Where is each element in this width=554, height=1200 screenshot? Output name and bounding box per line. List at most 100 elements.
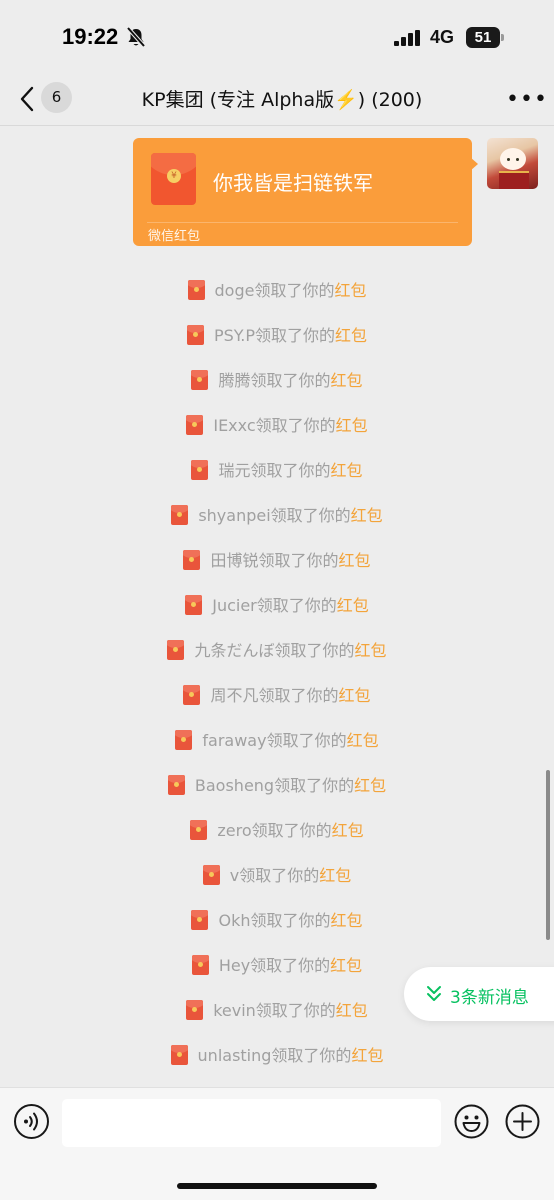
claim-notice: 腾腾领取了你的红包 [0,367,554,391]
red-packet-icon [191,370,209,390]
chat-header: 6 KP集团 (专注 Alpha版⚡️) (200) ••• [0,76,554,126]
scrollbar[interactable] [546,770,550,940]
avatar-face [500,148,526,170]
red-packet-message[interactable]: ¥ 你我皆是扫链铁军 微信红包 [133,138,472,246]
red-packet-link[interactable]: 红包 [334,281,366,300]
claimer-name: Baosheng [194,776,275,795]
red-packet-link[interactable]: 红包 [331,461,363,480]
unread-badge[interactable]: 6 [41,82,72,113]
avatar-eye [516,158,519,161]
red-packet-icon [170,1045,188,1065]
claim-text: 领取了你的 [250,371,331,390]
message-input[interactable] [62,1099,441,1147]
chevron-left-icon [20,86,34,112]
status-time: 19:22 [62,24,119,49]
red-packet-link[interactable]: 红包 [354,776,386,795]
red-packet-link[interactable]: 红包 [339,686,371,705]
claim-notice: Okh领取了你的红包 [0,907,554,931]
claimer-name: IExxc [213,416,256,435]
claim-notice: 九条だんぼ领取了你的红包 [0,637,554,661]
claim-text: 领取了你的 [270,506,351,525]
red-packet-link[interactable]: 红包 [355,641,387,660]
status-bar: 19:22 4G 51 [0,0,554,76]
red-packet-icon [183,685,201,705]
claim-notice: unlasting领取了你的红包 [0,1042,554,1066]
red-envelope-icon: ¥ [151,153,196,205]
claim-text: 领取了你的 [255,1001,336,1020]
more-button[interactable]: ••• [506,87,548,112]
claim-notice: faraway领取了你的红包 [0,727,554,751]
claim-text: 领取了你的 [256,596,337,615]
red-packet-icon [190,820,208,840]
network-type: 4G [430,27,455,47]
claimer-name: 瑞元 [218,461,251,480]
red-packet-icon [185,595,203,615]
claim-notice: 田博锐领取了你的红包 [0,547,554,571]
claim-notice: PSY.P领取了你的红包 [0,322,554,346]
red-packet-link[interactable]: 红包 [336,416,368,435]
claimer-name: 九条だんぼ [194,641,275,660]
claim-text: 领取了你的 [250,911,331,930]
claimer-name: Hey [218,956,251,975]
red-packet-icon [167,775,185,795]
claim-text: 领取了你的 [255,416,336,435]
claimer-name: 田博锐 [210,551,259,570]
claimer-name: Okh [218,911,251,930]
more-actions-button[interactable] [505,1104,540,1139]
claimer-name: faraway [202,731,267,750]
back-button[interactable] [16,84,40,114]
red-packet-link[interactable]: 红包 [351,1046,383,1065]
battery-tip [501,34,504,41]
avatar[interactable] [487,138,538,189]
double-chevron-down-icon [426,985,442,1007]
emoji-button[interactable] [454,1104,489,1139]
red-packet-link[interactable]: 红包 [330,956,362,975]
claim-notice: Jucier领取了你的红包 [0,592,554,616]
claimer-name: PSY.P [213,326,256,345]
mute-bell-icon [125,26,147,52]
claimer-name: doge [214,281,255,300]
claim-notice: shyanpei领取了你的红包 [0,502,554,526]
red-packet-icon [186,1000,204,1020]
red-packet-link[interactable]: 红包 [336,1001,368,1020]
claim-notice: doge领取了你的红包 [0,277,554,301]
claim-text: 领取了你的 [258,686,339,705]
claimer-name: 周不凡 [210,686,259,705]
divider [147,222,458,223]
claim-notice: zero领取了你的红包 [0,817,554,841]
claimer-name: Jucier [212,596,257,615]
red-packet-link[interactable]: 红包 [351,506,383,525]
red-packet-link[interactable]: 红包 [335,326,367,345]
red-packet-icon [186,415,204,435]
red-packet-label: 微信红包 [148,229,201,244]
red-packet-icon [202,865,220,885]
red-packet-link[interactable]: 红包 [337,596,369,615]
battery-level: 51 [466,27,500,48]
red-packet-icon [175,730,193,750]
claim-text: 领取了你的 [274,641,355,660]
red-packet-link[interactable]: 红包 [347,731,379,750]
claimer-name: unlasting [197,1046,272,1065]
red-packet-link[interactable]: 红包 [339,551,371,570]
new-messages-label: 3条新消息 [450,988,529,1008]
red-packet-link[interactable]: 红包 [319,866,351,885]
red-packet-link[interactable]: 红包 [332,821,364,840]
claimer-name: v [229,866,240,885]
input-bar [0,1087,554,1200]
red-packet-icon [186,325,204,345]
voice-input-button[interactable] [14,1104,49,1139]
red-packet-icon [183,550,201,570]
message-list[interactable]: ¥ 你我皆是扫链铁军 微信红包 doge领取了你的红包 PSY.P领取了你的红包腾… [0,127,554,1087]
claim-notice: v领取了你的红包 [0,862,554,886]
voice-icon [24,1112,38,1131]
red-packet-link[interactable]: 红包 [331,911,363,930]
claimer-name: kevin [213,1001,256,1020]
coin-icon: ¥ [167,169,181,183]
claim-text: 领取了你的 [254,281,335,300]
claimer-name: shyanpei [198,506,271,525]
red-packet-icon [191,955,209,975]
claimer-name: zero [217,821,252,840]
red-packet-link[interactable]: 红包 [331,371,363,390]
new-messages-button[interactable]: 3条新消息 [404,967,554,1021]
avatar-book [499,171,529,189]
